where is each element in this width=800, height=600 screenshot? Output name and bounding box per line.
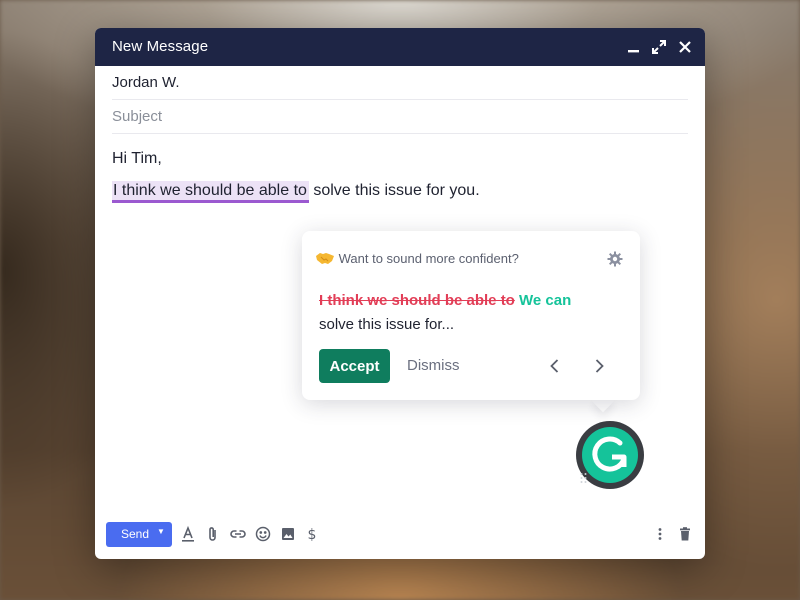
send-button[interactable]: Send ▼ <box>106 522 172 547</box>
title-bar: New Message <box>95 28 705 66</box>
removed-text: I think we should be able to <box>319 292 515 309</box>
link-icon[interactable] <box>229 525 247 543</box>
trash-icon[interactable] <box>676 525 694 543</box>
more-icon[interactable] <box>651 525 669 543</box>
greeting-text: Hi Tim, <box>112 150 162 167</box>
svg-text:$: $ <box>308 527 317 543</box>
grammarly-logo-icon <box>582 427 638 483</box>
highlighted-phrase[interactable]: I think we should be able to <box>112 181 309 203</box>
minimize-icon[interactable] <box>622 36 644 58</box>
suggestion-card: Want to sound more confident? I think we… <box>302 231 640 400</box>
compose-toolbar: Send ▼ $ <box>95 518 705 559</box>
emoji-icon[interactable] <box>254 525 272 543</box>
send-label: Send <box>121 527 150 541</box>
subject-field[interactable]: Subject <box>112 100 688 134</box>
gear-icon[interactable] <box>606 250 624 268</box>
body-sentence[interactable]: I think we should be able to solve this … <box>112 181 480 203</box>
subject-placeholder: Subject <box>112 108 163 125</box>
grammarly-button[interactable] <box>576 421 644 489</box>
close-icon[interactable] <box>674 36 696 58</box>
attach-icon[interactable] <box>204 525 222 543</box>
accept-button[interactable]: Accept <box>319 349 390 383</box>
caret-down-icon[interactable]: ▼ <box>157 527 165 536</box>
to-field[interactable]: Jordan W. <box>112 66 688 100</box>
text-format-icon[interactable] <box>179 525 197 543</box>
body-rest-text: solve this issue for you. <box>308 182 480 199</box>
suggestion-preview: I think we should be able to We can solv… <box>319 289 619 337</box>
recipient-value: Jordan W. <box>112 74 180 91</box>
suggestion-header: Want to sound more confident? <box>315 250 519 269</box>
chevron-right-icon[interactable] <box>588 355 610 377</box>
handshake-icon <box>315 250 335 269</box>
image-icon[interactable] <box>279 525 297 543</box>
chevron-left-icon[interactable] <box>544 355 566 377</box>
suggestion-title: Want to sound more confident? <box>338 251 519 266</box>
inserted-text: We can <box>519 292 572 309</box>
dollar-icon[interactable]: $ <box>303 525 321 543</box>
window-title: New Message <box>112 38 209 55</box>
expand-icon[interactable] <box>648 36 670 58</box>
dismiss-button[interactable]: Dismiss <box>407 349 460 383</box>
drag-handle-icon[interactable] <box>579 471 589 483</box>
continuation-text: solve this issue for... <box>319 316 455 333</box>
